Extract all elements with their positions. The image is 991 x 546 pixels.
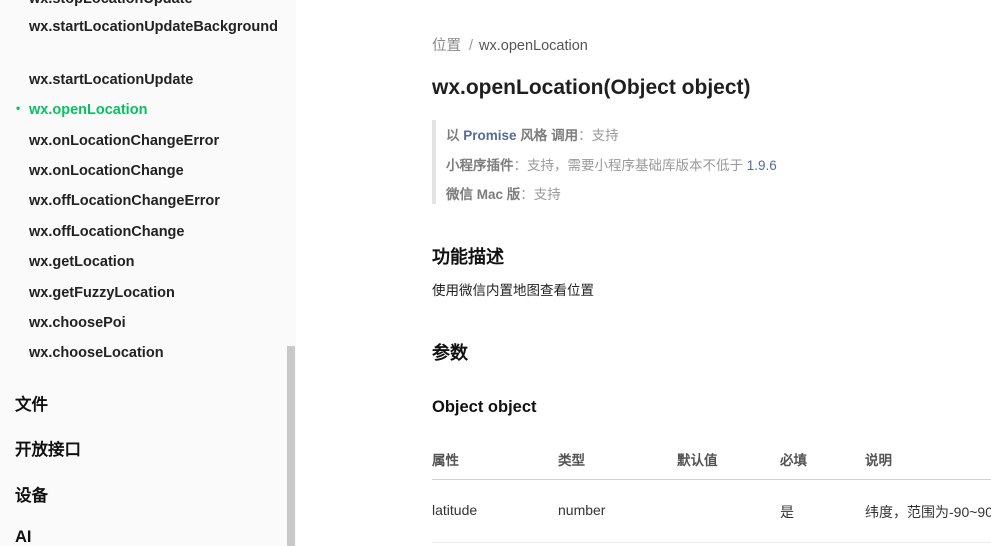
section-heading-params: 参数 [432,343,468,363]
sidebar-item-open-location[interactable]: wx.openLocation [29,99,261,122]
sidebar-item-start-location-update[interactable]: wx.startLocationUpdate [29,69,261,92]
support-notes: 以 Promise 风格 调用：支持 小程序插件：支持，需要小程序基础库版本不低… [432,120,777,204]
page-title: wx.openLocation(Object object) [432,76,751,99]
active-bullet: • [16,101,21,115]
sidebar-item-start-location-update-background[interactable]: wx.startLocationUpdateBackground [29,16,278,39]
sidebar-item-choose-location[interactable]: wx.chooseLocation [29,342,261,365]
sidebar-item-stop-location-update[interactable]: wx.stopLocationUpdate [29,0,261,11]
mac-support-line: 微信 Mac 版：支持 [446,183,561,203]
table-cell-required: 是 [780,504,794,520]
promise-style: 风格 [520,128,548,143]
promise-call: 调用 [551,128,579,143]
sidebar-scrollbar[interactable] [287,346,295,546]
sidebar-item-choose-poi[interactable]: wx.choosePoi [29,312,261,335]
sidebar-category-ai[interactable]: AI [15,528,32,546]
mac-label: 微信 Mac 版 [446,187,521,202]
table-cell-description: 纬度，范围为-90~90，负数表示南纬 [865,504,991,520]
description-text: 使用微信内置地图查看位置 [432,283,594,298]
sidebar-item-get-fuzzy-location[interactable]: wx.getFuzzyLocation [29,282,261,305]
promise-prefix: 以 [446,128,460,143]
section-heading-description: 功能描述 [432,247,504,267]
table-row-divider [432,542,991,543]
plugin-value: ：支持，需要小程序基础库版本不低于 [513,158,744,173]
sidebar-category-device[interactable]: 设备 [15,482,48,506]
breadcrumb-parent[interactable]: 位置 [432,38,461,54]
plugin-label: 小程序插件 [446,158,514,173]
breadcrumb-current: wx.openLocation [479,38,588,54]
promise-support-line: 以 Promise 风格 调用：支持 [446,124,619,144]
sidebar-category-files[interactable]: 文件 [15,391,48,415]
promise-value: ：支持 [578,128,619,143]
object-heading: Object object [432,398,537,416]
table-header-property: 属性 [432,453,459,468]
plugin-support-line: 小程序插件：支持，需要小程序基础库版本不低于 1.9.6 [446,154,777,174]
sidebar-item-on-location-change[interactable]: wx.onLocationChange [29,160,261,183]
sidebar-category-open-api[interactable]: 开放接口 [15,436,81,460]
table-cell-property: latitude [432,502,478,518]
mac-value: ：支持 [520,187,561,202]
breadcrumb: 位置 / wx.openLocation [432,34,588,55]
sidebar-item-off-location-change[interactable]: wx.offLocationChange [29,221,261,244]
promise-link[interactable]: Promise [463,128,516,143]
table-header-default: 默认值 [677,453,718,468]
sidebar-nav: wx.stopLocationUpdate wx.startLocationUp… [0,0,296,546]
plugin-version-link[interactable]: 1.9.6 [747,158,777,173]
table-header-description: 说明 [865,453,892,468]
sidebar-item-get-location[interactable]: wx.getLocation [29,251,261,274]
sidebar-item-off-location-change-error[interactable]: wx.offLocationChangeError [29,190,261,213]
table-header-divider [432,479,991,480]
sidebar-item-on-location-change-error[interactable]: wx.onLocationChangeError [29,130,261,153]
table-header-type: 类型 [558,453,585,468]
breadcrumb-separator: / [469,38,474,54]
table-header-required: 必填 [780,453,807,468]
table-cell-type: number [558,502,606,518]
main-content: 位置 / wx.openLocation wx.openLocation(Objec… [296,0,991,546]
